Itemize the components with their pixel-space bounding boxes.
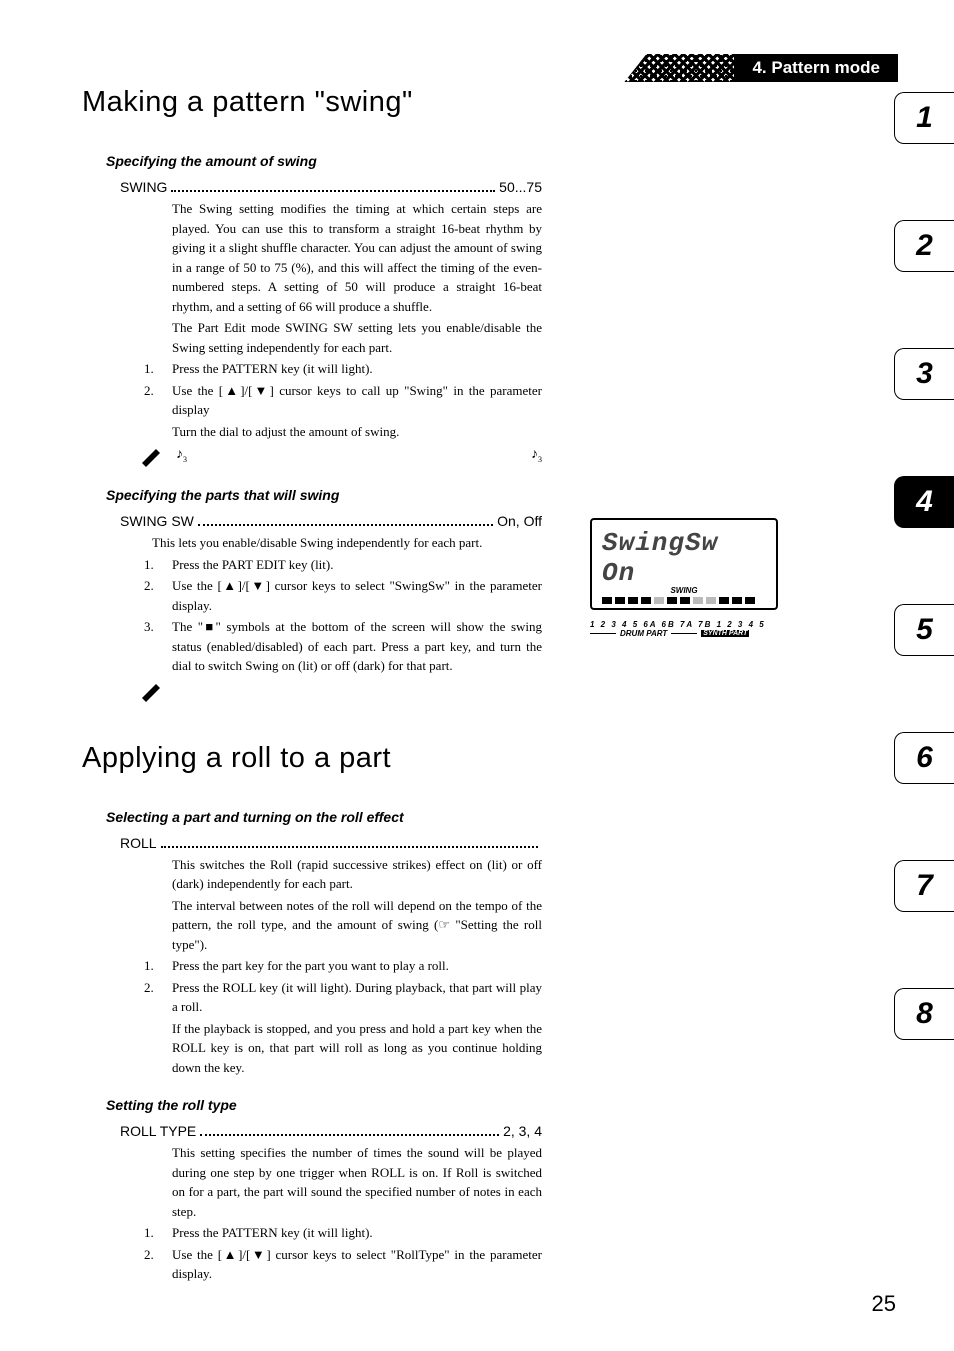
note-row — [140, 682, 542, 702]
step-num: 1. — [144, 359, 172, 379]
param-roll: ROLL — [120, 835, 542, 851]
param-roll-type: ROLL TYPE 2, 3, 4 — [120, 1123, 542, 1139]
tab-8[interactable]: 8 — [894, 988, 954, 1040]
body-text: This lets you enable/disable Swing indep… — [152, 533, 542, 553]
note-icon — [140, 447, 166, 467]
page-number: 25 — [872, 1291, 896, 1317]
step-text: Use the [▲]/[▼] cursor keys to select "R… — [172, 1245, 542, 1284]
synth-part-label: SYNTH PART — [701, 630, 749, 637]
chapter-header: 4. Pattern mode — [624, 54, 898, 82]
tab-1[interactable]: 1 — [894, 92, 954, 144]
param-value: On, Off — [497, 513, 542, 529]
tab-7[interactable]: 7 — [894, 860, 954, 912]
body-text: The interval between notes of the roll w… — [172, 896, 542, 955]
triplet-icon: ♪3 — [531, 447, 542, 464]
tab-2[interactable]: 2 — [894, 220, 954, 272]
subhead-roll-type: Setting the roll type — [106, 1097, 542, 1113]
step-text: Use the [▲]/[▼] cursor keys to call up "… — [172, 381, 542, 420]
param-value: 2, 3, 4 — [503, 1123, 542, 1139]
body-text: The Swing setting modifies the timing at… — [172, 199, 542, 316]
section-title-swing: Making a pattern "swing" — [82, 86, 542, 119]
step-num: 2. — [144, 1245, 172, 1284]
step-text: Press the PATTERN key (it will light). — [172, 359, 542, 379]
lcd-line1: SwingSw — [602, 528, 766, 558]
step-num: 1. — [144, 1223, 172, 1243]
subhead-roll-select: Selecting a part and turning on the roll… — [106, 809, 542, 825]
subhead-swing-amount: Specifying the amount of swing — [106, 153, 542, 169]
tab-5[interactable]: 5 — [894, 604, 954, 656]
body-text: If the playback is stopped, and you pres… — [172, 1019, 542, 1078]
body-text: This setting specifies the number of tim… — [172, 1143, 542, 1221]
leader-dots — [200, 1134, 499, 1136]
step-text: Turn the dial to adjust the amount of sw… — [172, 422, 542, 442]
tab-3[interactable]: 3 — [894, 348, 954, 400]
param-label: SWING SW — [120, 513, 194, 529]
lcd-part-numbers: 1 2 3 4 5 6A 6B 7A 7B 1 2 3 4 5 DRUM PAR… — [590, 620, 778, 638]
main-column: Making a pattern "swing" Specifying the … — [82, 86, 542, 1286]
step-num: 1. — [144, 956, 172, 976]
chapter-tabs: 1 2 3 4 5 6 7 8 — [894, 92, 954, 1116]
lcd-line2: On — [602, 558, 766, 588]
note-row: ♪3 ♪3 — [140, 447, 542, 467]
param-swing-sw: SWING SW On, Off — [120, 513, 542, 529]
param-label: ROLL TYPE — [120, 1123, 196, 1139]
step-text: Press the PATTERN key (it will light). — [172, 1223, 542, 1243]
step-num: 2. — [144, 381, 172, 420]
step-list: 1.Press the PATTERN key (it will light).… — [144, 1223, 542, 1284]
step-num: 2. — [144, 978, 172, 1017]
param-label: SWING — [120, 179, 167, 195]
mode-title: 4. Pattern mode — [734, 54, 898, 82]
leader-dots — [161, 846, 538, 848]
subhead-swing-parts: Specifying the parts that will swing — [106, 487, 542, 503]
note-icon — [140, 682, 166, 702]
drum-part-label: DRUM PART — [620, 629, 667, 638]
step-text: Press the ROLL key (it will light). Duri… — [172, 978, 542, 1017]
leader-dots — [198, 524, 493, 526]
leader-dots — [171, 190, 495, 192]
step-num: 3. — [144, 617, 172, 676]
lcd-display: SwingSw On SWING — [590, 518, 778, 610]
step-text: Press the PART EDIT key (lit). — [172, 555, 542, 575]
step-num: 1. — [144, 555, 172, 575]
body-text: The Part Edit mode SWING SW setting lets… — [172, 318, 542, 357]
tab-4[interactable]: 4 — [894, 476, 954, 528]
decorative-checker — [624, 54, 734, 82]
body-text: This switches the Roll (rapid successive… — [172, 855, 542, 894]
section-title-roll: Applying a roll to a part — [82, 742, 542, 775]
step-num: 2. — [144, 576, 172, 615]
param-value: 50...75 — [499, 179, 542, 195]
step-text: Use the [▲]/[▼] cursor keys to select "S… — [172, 576, 542, 615]
step-list: 1.Press the part key for the part you wa… — [144, 956, 542, 1017]
param-label: ROLL — [120, 835, 157, 851]
step-list: 1.Press the PART EDIT key (lit). 2.Use t… — [144, 555, 542, 676]
step-text: The "■" symbols at the bottom of the scr… — [172, 617, 542, 676]
tab-6[interactable]: 6 — [894, 732, 954, 784]
lcd-part-blocks — [602, 597, 766, 604]
step-list: 1.Press the PATTERN key (it will light).… — [144, 359, 542, 441]
part-numbers: 1 2 3 4 5 6A 6B 7A 7B 1 2 3 4 5 — [590, 620, 778, 629]
triplet-icon: ♪3 — [176, 447, 187, 464]
step-num — [144, 422, 172, 442]
step-text: Press the part key for the part you want… — [172, 956, 542, 976]
part-labels: DRUM PART SYNTH PART — [590, 629, 778, 638]
param-swing: SWING 50...75 — [120, 179, 542, 195]
